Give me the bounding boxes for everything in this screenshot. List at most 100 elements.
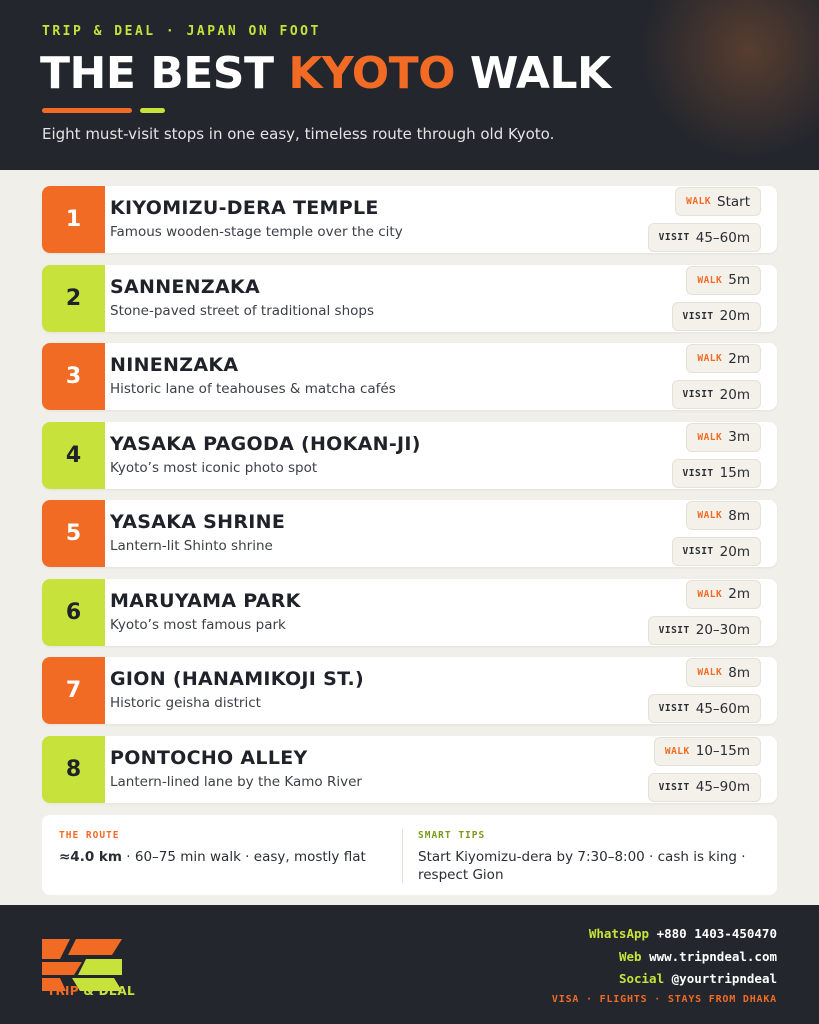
header-glow [639, 0, 819, 160]
walk-time: 3m [728, 429, 750, 445]
visit-label: VISIT [658, 781, 690, 793]
social-label: Social [618, 971, 665, 986]
title-post: WALK [455, 48, 611, 99]
walk-time-badge: WALK 2m [686, 579, 761, 609]
stop-card: 5 YASAKA SHRINE Lantern-lit Shinto shrin… [42, 500, 777, 567]
visit-time: 45–90m [695, 779, 750, 795]
header: TRIP & DEAL · JAPAN ON FOOT THE BEST KYO… [0, 0, 819, 170]
walk-time-badge: WALK 8m [686, 658, 761, 687]
website-link[interactable]: www.tripndeal.com [649, 949, 777, 964]
whatsapp-label: WhatsApp [588, 926, 650, 941]
walk-time-badge: WALK 5m [686, 265, 761, 295]
stop-name: YASAKA SHRINE [110, 511, 286, 533]
route-details: · 60–75 min walk · easy, mostly flat [121, 849, 366, 865]
stop-card: 8 PONTOCHO ALLEY Lantern-lined lane by t… [42, 735, 777, 803]
visit-label: VISIT [682, 467, 714, 479]
logo-word-trip: TRIP [47, 984, 79, 998]
stop-name: YASAKA PAGODA (HOKAN-JI) [110, 432, 421, 455]
web-label: Web [618, 949, 642, 964]
stop-name: SANNENZAKA [110, 275, 260, 298]
walk-label: WALK [697, 431, 723, 443]
stop-number: 5 [42, 500, 105, 567]
stop-card: 1 KIYOMIZU-DERA TEMPLE Famous wooden-sta… [42, 186, 777, 253]
kicker: TRIP & DEAL · JAPAN ON FOOT [42, 24, 321, 39]
stop-description: Lantern-lit Shinto shrine [110, 538, 273, 554]
tips-label: SMART TIPS [418, 830, 486, 841]
stop-name: KIYOMIZU-DERA TEMPLE [110, 197, 379, 219]
walk-time-badge: WALK 2m [686, 344, 761, 373]
stop-description: Kyoto’s most iconic photo spot [110, 459, 318, 476]
visit-time: 15m [719, 465, 750, 481]
walk-label: WALK [697, 588, 723, 600]
walk-time-badge: WALK Start [675, 187, 761, 216]
walk-label: WALK [686, 196, 712, 207]
title-underline-lime [140, 108, 165, 113]
walk-time: 2m [728, 350, 750, 367]
route-info-panel: THE ROUTE ≈4.0 km · 60–75 min walk · eas… [42, 815, 777, 895]
walk-time: 5m [728, 272, 750, 288]
visit-time: 45–60m [695, 700, 750, 717]
visit-label: VISIT [682, 546, 714, 557]
visit-time-badge: VISIT 20m [671, 301, 761, 331]
web-contact[interactable]: Web www.tripndeal.com [619, 949, 777, 964]
visit-time-badge: VISIT 45–60m [647, 223, 761, 252]
route-summary: ≈4.0 km · 60–75 min walk · easy, mostly … [59, 849, 366, 865]
stop-card: 4 YASAKA PAGODA (HOKAN-JI) Kyoto’s most … [42, 421, 777, 489]
walk-label: WALK [697, 510, 723, 521]
walk-time: 8m [728, 507, 750, 524]
visit-time: 45–60m [695, 229, 750, 246]
visit-time: 20m [719, 543, 750, 560]
stop-description: Stone-paved street of traditional shops [110, 302, 374, 319]
visit-time-badge: VISIT 45–90m [647, 772, 761, 802]
visit-time: 20m [719, 386, 750, 403]
visit-time: 20m [719, 308, 750, 324]
page-title: THE BEST KYOTO WALK [40, 48, 611, 99]
stop-description: Lantern-lined lane by the Kamo River [110, 773, 362, 790]
stop-name: PONTOCHO ALLEY [110, 746, 308, 769]
walk-label: WALK [697, 274, 723, 286]
stop-number: 1 [42, 186, 105, 253]
visit-label: VISIT [658, 232, 690, 243]
walk-time-badge: WALK 8m [686, 501, 761, 530]
whatsapp-number[interactable]: +880 1403-450470 [657, 926, 777, 941]
title-underline-orange [42, 108, 132, 113]
stop-number: 7 [42, 657, 105, 724]
stop-name: MARUYAMA PARK [110, 589, 301, 612]
social-contact[interactable]: Social @yourtripndeal [619, 971, 777, 986]
visit-time: 20–30m [695, 622, 750, 638]
visit-label: VISIT [682, 310, 714, 322]
stop-description: Famous wooden-stage temple over the city [110, 224, 403, 240]
visit-time-badge: VISIT 20m [671, 380, 761, 409]
walk-label: WALK [697, 667, 723, 678]
stop-card: 3 NINENZAKA Historic lane of teahouses &… [42, 343, 777, 410]
stop-card: 2 SANNENZAKA Stone-paved street of tradi… [42, 264, 777, 332]
stop-number: 8 [42, 735, 105, 803]
stop-card: 7 GION (HANAMIKOJI ST.) Historic geisha … [42, 657, 777, 724]
stop-name: NINENZAKA [110, 354, 239, 376]
walk-time: 2m [728, 586, 750, 602]
whatsapp-contact[interactable]: WhatsApp +880 1403-450470 [589, 926, 777, 941]
visit-label: VISIT [682, 389, 714, 400]
visit-time-badge: VISIT 20m [671, 537, 761, 566]
walk-label: WALK [664, 745, 690, 757]
logo-wordmark: TRIP & DEAL [47, 984, 135, 998]
walk-time-badge: WALK 10–15m [653, 736, 761, 766]
route-distance: ≈4.0 km [59, 849, 122, 865]
stop-number: 3 [42, 343, 105, 410]
title-accent: KYOTO [288, 48, 456, 99]
visit-time-badge: VISIT 20–30m [647, 615, 761, 645]
title-pre: THE BEST [40, 48, 289, 99]
walk-time-badge: WALK 3m [686, 422, 761, 452]
visit-label: VISIT [658, 703, 690, 714]
walk-time: 10–15m [695, 743, 750, 759]
walk-time: 8m [728, 664, 750, 681]
footer: TRIP & DEAL WhatsApp +880 1403-450470 We… [0, 905, 819, 1024]
route-label: THE ROUTE [59, 830, 120, 841]
stop-number: 6 [42, 578, 105, 646]
stop-description: Historic lane of teahouses & matcha café… [110, 381, 396, 397]
logo-word-deal: & DEAL [78, 984, 135, 998]
walk-time: Start [717, 193, 750, 210]
social-handle[interactable]: @yourtripndeal [672, 971, 777, 986]
subtitle: Eight must-visit stops in one easy, time… [42, 125, 555, 143]
footer-tagline: VISA · FLIGHTS · STAYS FROM DHAKA [551, 994, 777, 1005]
